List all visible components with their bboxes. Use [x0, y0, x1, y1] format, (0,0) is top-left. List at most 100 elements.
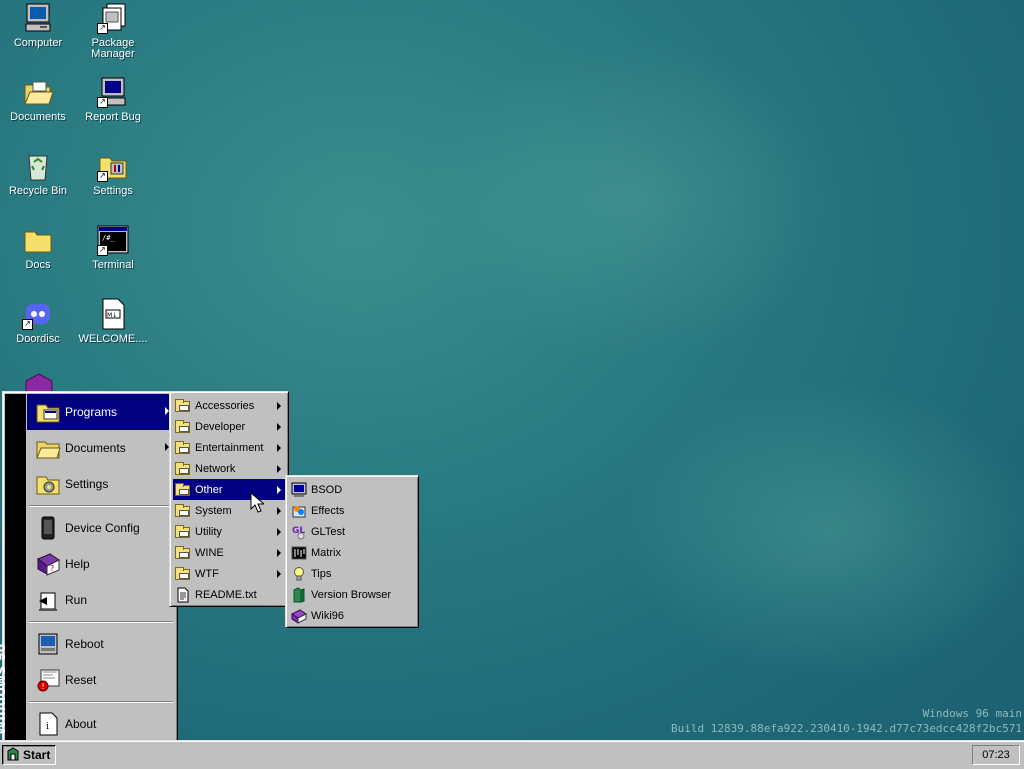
svg-text:M↓: M↓	[107, 312, 117, 319]
desktop-icon-terminal[interactable]: /#_ ↗ Terminal	[75, 224, 151, 271]
programs-icon	[35, 399, 61, 425]
desktop-icon-label: Terminal	[92, 259, 134, 271]
start-button[interactable]: Start	[2, 745, 56, 765]
shortcut-arrow-icon: ↗	[97, 171, 108, 182]
programs-item-label: Utility	[195, 525, 222, 538]
menu-separator	[29, 621, 173, 623]
programs-item-label: Accessories	[195, 399, 255, 412]
desktop-icon-report-bug[interactable]: ↗ Report Bug	[75, 76, 151, 123]
start-item-about[interactable]: i About	[27, 706, 175, 742]
svg-text:?: ?	[50, 564, 54, 573]
programs-item-readme[interactable]: README.txt	[173, 584, 285, 605]
start-item-device-config[interactable]: Device Config	[27, 510, 175, 546]
submenu-arrow-icon	[277, 402, 281, 410]
desktop-icon-label: Documents	[10, 111, 66, 123]
desktop-icon-docs[interactable]: Docs	[0, 224, 76, 271]
other-item-version-browser[interactable]: Version Browser	[289, 584, 415, 605]
reset-icon: !	[35, 667, 61, 693]
programs-item-other[interactable]: Other	[173, 479, 285, 500]
submenu-arrow-icon	[277, 549, 281, 557]
start-item-run[interactable]: Run	[27, 582, 175, 618]
programs-item-network[interactable]: Network	[173, 458, 285, 479]
desktop-icon-welcome[interactable]: M↓ WELCOME....	[75, 298, 151, 345]
desktop-icon-package-manager[interactable]: ↗ Package Manager	[75, 2, 151, 60]
submenu-arrow-icon	[277, 423, 281, 431]
start-item-label: Programs	[65, 405, 118, 419]
programs-item-wtf[interactable]: WTF	[173, 563, 285, 584]
report-bug-icon: ↗	[97, 76, 129, 108]
start-item-settings[interactable]: Settings	[27, 466, 175, 502]
taskbar: Start 07:23	[0, 740, 1024, 769]
program-group-folder-icon	[175, 566, 191, 582]
programs-item-developer[interactable]: Developer	[173, 416, 285, 437]
start-item-programs[interactable]: Programs	[27, 394, 175, 430]
start-item-reset[interactable]: ! Reset	[27, 662, 175, 698]
start-item-label: Run	[65, 593, 88, 607]
banner-text: Windows 96	[0, 643, 9, 735]
build-line-product: Windows 96 main	[922, 707, 1022, 720]
desktop-icon-recycle-bin[interactable]: Recycle Bin	[0, 150, 76, 197]
desktop-icon-label: Settings	[93, 185, 133, 197]
start-item-documents[interactable]: Documents	[27, 430, 175, 466]
other-item-tips[interactable]: Tips	[289, 563, 415, 584]
start-item-label: Help	[65, 557, 90, 571]
start-menu-banner: Windows 96	[0, 394, 26, 741]
programs-item-label: Developer	[195, 420, 246, 433]
tips-bulb-icon	[291, 566, 307, 582]
folder-icon	[22, 224, 54, 256]
desktop-icon-documents[interactable]: Documents	[0, 76, 76, 123]
shortcut-arrow-icon: ↗	[97, 97, 108, 108]
computer-icon	[22, 2, 54, 34]
submenu-arrow-icon	[277, 486, 281, 494]
other-item-bsod[interactable]: BSOD	[289, 479, 415, 500]
submenu-arrow-icon	[277, 465, 281, 473]
help-book-icon: ?	[35, 551, 61, 577]
submenu-arrow-icon	[277, 570, 281, 578]
svg-text:i: i	[46, 722, 49, 732]
other-item-label: Tips	[311, 567, 332, 580]
desktop-icon-settings[interactable]: ↗ Settings	[75, 150, 151, 197]
start-item-label: Documents	[65, 441, 126, 455]
about-icon: i	[35, 711, 61, 737]
programs-item-accessories[interactable]: Accessories	[173, 395, 285, 416]
desktop-icon-doordisc[interactable]: ↗ Doordisc	[0, 298, 76, 345]
other-item-label: Version Browser	[311, 588, 392, 601]
matrix-icon	[291, 545, 307, 561]
terminal-icon: /#_ ↗	[97, 224, 129, 256]
other-item-effects[interactable]: Effects	[289, 500, 415, 521]
bsod-icon	[291, 482, 307, 498]
program-group-folder-icon	[175, 524, 191, 540]
programs-item-system[interactable]: System	[173, 500, 285, 521]
other-item-matrix[interactable]: Matrix	[289, 542, 415, 563]
menu-separator	[29, 701, 173, 703]
effects-icon	[291, 503, 307, 519]
build-line-version: Build 12839.88efa922.230410-1942.d77c73e…	[671, 722, 1022, 735]
start-item-label: Reset	[65, 673, 97, 687]
program-group-folder-icon	[175, 440, 191, 456]
start-item-reboot[interactable]: Reboot	[27, 626, 175, 662]
markdown-file-icon: M↓	[97, 298, 129, 330]
programs-item-wine[interactable]: WINE	[173, 542, 285, 563]
submenu-arrow-icon	[277, 507, 281, 515]
version-browser-icon	[291, 586, 307, 603]
other-item-gltest[interactable]: GL GLTest	[289, 521, 415, 542]
program-group-folder-icon	[175, 503, 191, 519]
programs-item-label: WTF	[195, 567, 219, 580]
submenu-arrow-icon	[277, 444, 281, 452]
submenu-arrow-icon	[277, 528, 281, 536]
programs-item-label: Network	[195, 462, 236, 475]
programs-item-utility[interactable]: Utility	[173, 521, 285, 542]
reboot-icon	[35, 631, 61, 657]
wallpaper-cloud	[420, 40, 840, 360]
other-item-wiki96[interactable]: Wiki96	[289, 605, 415, 626]
shortcut-arrow-icon: ↗	[22, 319, 33, 330]
programs-item-entertainment[interactable]: Entertainment	[173, 437, 285, 458]
start-menu: Windows 96 Programs Documents Settings D…	[0, 391, 178, 746]
desktop-icon-hidden[interactable]	[24, 372, 54, 393]
gltest-icon: GL	[291, 524, 307, 540]
start-item-help[interactable]: ? Help	[27, 546, 175, 582]
program-group-folder-icon	[175, 419, 191, 435]
desktop-icon-computer[interactable]: Computer	[0, 2, 76, 49]
taskbar-clock[interactable]: 07:23	[972, 745, 1020, 765]
svg-text:!: !	[42, 682, 45, 691]
